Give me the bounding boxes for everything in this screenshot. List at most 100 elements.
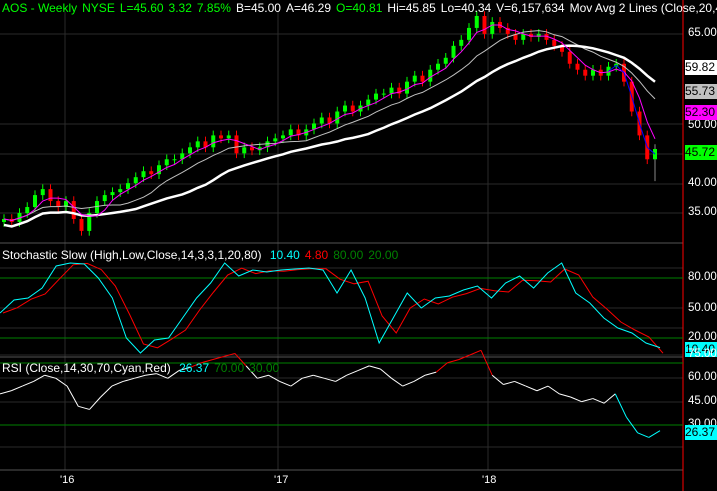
rsi-line-segment xyxy=(100,385,113,398)
stoch-title: Stochastic Slow (High,Low,Close,14,3,3,1… xyxy=(2,248,262,262)
candle-body xyxy=(133,177,138,184)
rsi-line-segment xyxy=(346,370,359,376)
candle-body xyxy=(219,135,223,139)
last-price: L=45.60 xyxy=(119,1,164,15)
candle-body xyxy=(443,57,448,64)
candle-body xyxy=(273,138,278,142)
chart-canvas[interactable] xyxy=(0,0,717,491)
rsi-line-segment xyxy=(78,405,90,410)
rsi-line-segment xyxy=(391,377,403,387)
candle-body xyxy=(126,183,130,190)
rsi-line-segment xyxy=(22,380,34,387)
ma-short-tag: 52.30 xyxy=(685,105,717,120)
candle-body xyxy=(420,75,425,82)
rsi-line-segment xyxy=(491,374,504,385)
candle-body xyxy=(288,129,293,136)
candle-body xyxy=(335,111,340,124)
candle-body xyxy=(48,189,53,202)
rsi-axis-label: 75.00 xyxy=(688,348,717,360)
rsi-tag: 26.37 xyxy=(685,425,717,440)
rsi-line-segment xyxy=(469,349,482,356)
candle-body xyxy=(118,189,123,193)
candle-body xyxy=(102,195,107,202)
rsi-line-segment xyxy=(514,380,526,387)
candle-body xyxy=(172,159,177,161)
price-axis-label: 35.00 xyxy=(688,206,717,218)
change-pct: 7.85% xyxy=(196,1,231,15)
rsi-line-segment xyxy=(10,385,23,392)
rsi-line-segment xyxy=(559,393,571,398)
candle-body xyxy=(575,63,580,70)
candle-body xyxy=(459,39,464,46)
candle-body xyxy=(405,81,409,94)
ma-mid-tag: 55.73 xyxy=(685,84,717,99)
candle-body xyxy=(71,201,76,219)
candle-body xyxy=(412,75,417,82)
candle-body xyxy=(149,171,154,175)
ma-long-tag: 59.82 xyxy=(685,60,717,75)
candle-body xyxy=(141,171,146,178)
candle-body xyxy=(33,195,37,208)
stoch-axis-label: 80.00 xyxy=(688,271,717,283)
candle-body xyxy=(110,192,115,196)
rsi-line-segment xyxy=(66,385,79,407)
study-label: Mov Avg 2 Lines (Close,20,40 ... xyxy=(569,1,717,15)
candle-body xyxy=(482,15,487,34)
rsi-line-segment xyxy=(402,380,415,387)
candle-body xyxy=(451,45,456,58)
candle-body xyxy=(428,69,433,82)
rsi-line-segment xyxy=(369,365,381,370)
rsi-title: RSI (Close,14,30,70,Cyan,Red) xyxy=(2,361,171,375)
candle-body xyxy=(343,105,347,112)
rsi-line-segment xyxy=(279,380,292,387)
rsi-header: RSI (Close,14,30,70,Cyan,Red) 26.37 70.00… xyxy=(2,361,284,375)
stoch-header: Stochastic Slow (High,Low,Close,14,3,3,1… xyxy=(2,248,403,262)
rsi-line-segment xyxy=(380,368,392,379)
ma-long-line xyxy=(3,44,656,228)
rsi-line-segment xyxy=(357,365,370,372)
rsi-line-segment xyxy=(637,432,650,438)
rsi-line-segment xyxy=(614,393,627,418)
candle-body xyxy=(25,207,30,213)
price-axis-label: 65.00 xyxy=(688,27,717,39)
high: Hi=45.85 xyxy=(387,1,436,15)
rsi-line-segment xyxy=(503,380,515,386)
date-label: '18 xyxy=(482,474,497,486)
rsi-line-segment xyxy=(89,396,102,410)
rsi-line-segment xyxy=(525,385,538,392)
rsi-line-segment xyxy=(0,390,12,395)
rsi-lower: 30.00 xyxy=(249,361,280,375)
candle-body xyxy=(389,87,394,94)
candle-body xyxy=(250,147,254,151)
rsi-line-segment xyxy=(547,385,560,395)
rsi-line-segment xyxy=(290,377,303,387)
symbol-label: AOS - Weekly xyxy=(2,1,78,15)
rsi-line-segment xyxy=(435,362,448,373)
rsi-line-segment xyxy=(592,398,605,404)
candle-body xyxy=(281,135,285,139)
candle-body xyxy=(211,135,216,148)
candle-body xyxy=(40,189,45,196)
candle-body xyxy=(467,27,471,40)
price-axis-label: 40.00 xyxy=(688,177,717,189)
date-label: '16 xyxy=(60,474,75,486)
candle-body xyxy=(381,93,386,95)
rsi-line-segment xyxy=(648,430,661,438)
candle-body xyxy=(490,21,495,34)
candle-body xyxy=(474,15,479,28)
candle-body xyxy=(436,63,440,70)
last-price-tag: 45.72 xyxy=(685,145,717,160)
candle-body xyxy=(583,69,588,76)
candle-body xyxy=(374,93,378,100)
candle-body xyxy=(226,135,231,139)
stoch-d: 4.80 xyxy=(304,248,329,262)
price-axis-label: 50.00 xyxy=(688,119,717,131)
rsi-line-segment xyxy=(570,396,582,403)
rsi-line-segment xyxy=(581,398,594,403)
candle-body xyxy=(242,147,247,154)
rsi-line-segment xyxy=(447,359,459,364)
price-header: AOS - Weekly NYSE L=45.60 3.32 7.85% B=45.00 A… xyxy=(2,1,717,15)
candle-body xyxy=(350,105,355,112)
candle-body xyxy=(552,39,557,46)
stoch-lower: 20.00 xyxy=(368,248,399,262)
